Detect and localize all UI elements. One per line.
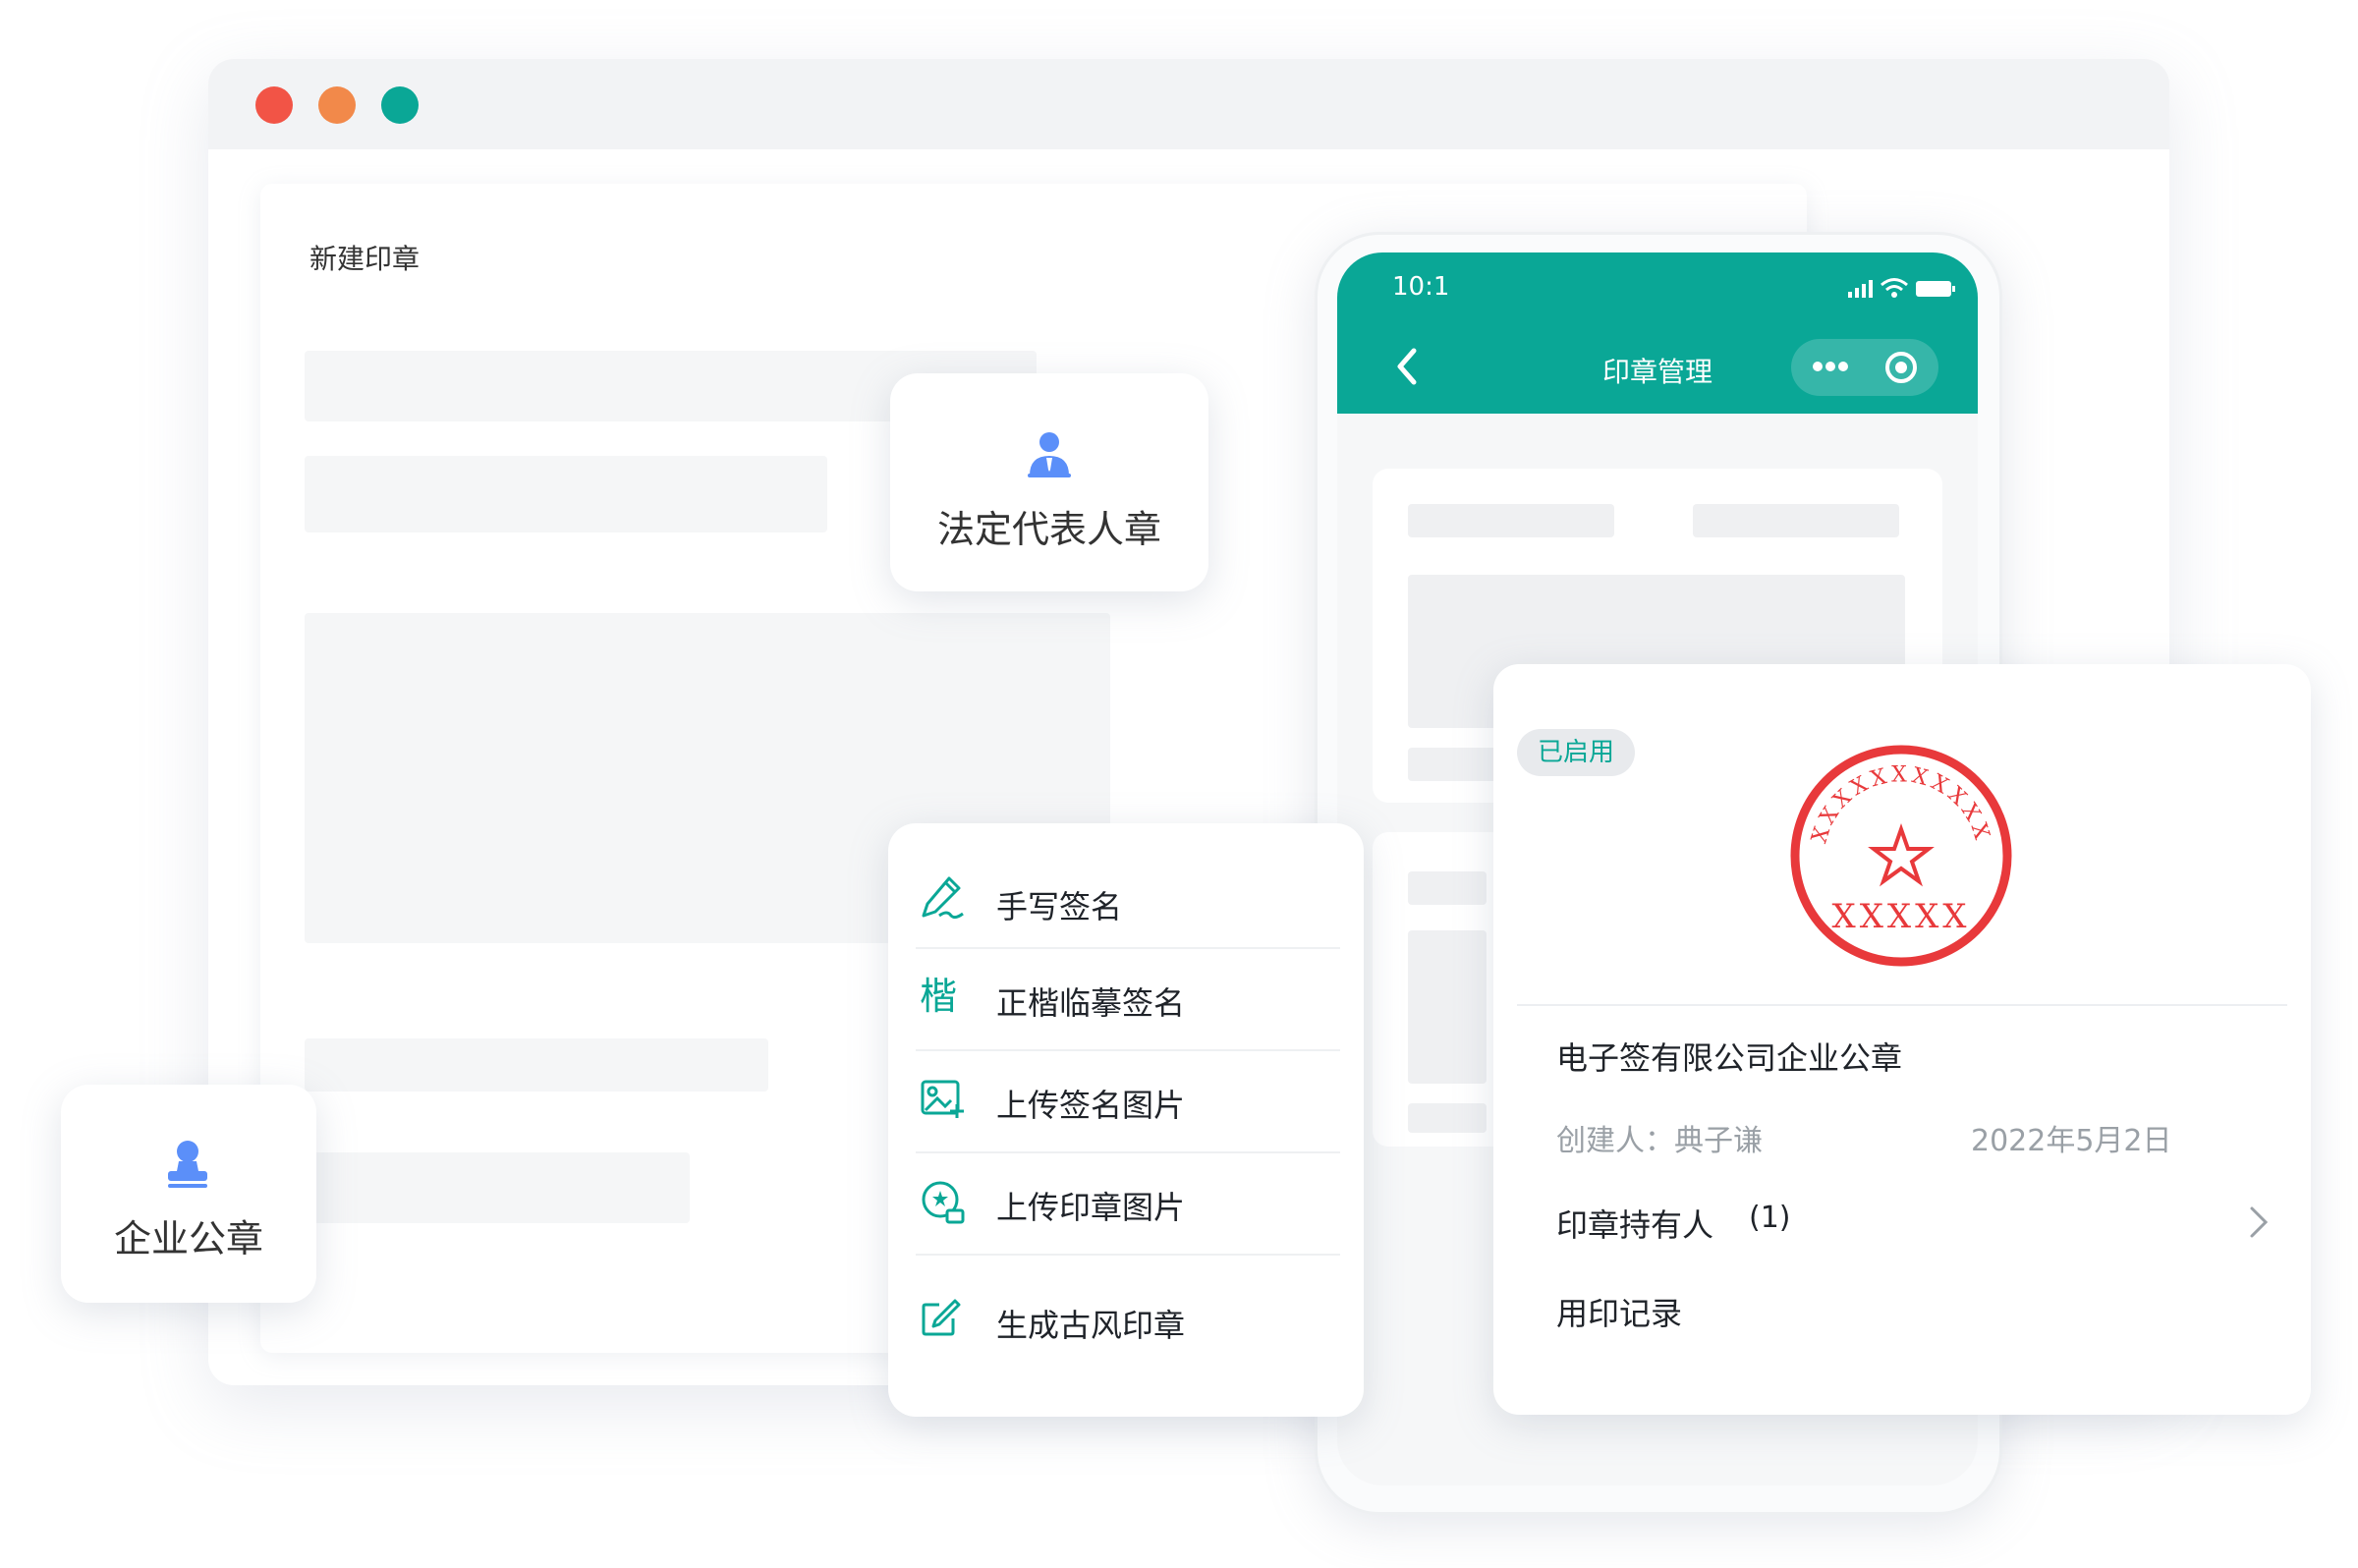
- menu-item-label: 正楷临摹签名: [996, 984, 1186, 1022]
- image-upload-icon: [920, 1079, 965, 1124]
- menu-item-label: 上传印章图片: [996, 1189, 1186, 1226]
- list-placeholder: [1408, 504, 1614, 537]
- seal-name: 电子签有限公司企业公章: [1556, 1039, 1903, 1077]
- wifi-icon: [1880, 276, 1909, 304]
- legal-rep-seal-card[interactable]: 法定代表人章: [890, 373, 1208, 591]
- menu-item-upload-signature[interactable]: 上传签名图片: [916, 1049, 1340, 1153]
- window-minimize-button[interactable]: [318, 86, 356, 124]
- creator-label-text: 创建人：: [1556, 1124, 1674, 1158]
- window-maximize-button[interactable]: [381, 86, 419, 124]
- kai-icon: 楷: [920, 975, 958, 1018]
- window-close-button[interactable]: [255, 86, 293, 124]
- seal-image: XXXXXXXXXXX XXXXX: [1788, 743, 2014, 969]
- pen-icon: [920, 874, 965, 924]
- signal-icon: [1846, 278, 1878, 304]
- page-title: 新建印章: [309, 243, 421, 275]
- status-badge: 已启用: [1517, 729, 1635, 776]
- list-placeholder: [1693, 504, 1899, 537]
- signature-method-menu: 手写签名 楷 正楷临摹签名 上传签名图片 上传印章图片 生成古风印章: [888, 823, 1364, 1417]
- list-placeholder: [1408, 871, 1487, 905]
- phone-header: 10:1 印章管理: [1337, 252, 1978, 414]
- creator-label: 创建人：典子谦: [1556, 1116, 1763, 1159]
- edit-square-icon: [920, 1297, 961, 1342]
- menu-item-label: 上传签名图片: [996, 1087, 1186, 1124]
- form-field-placeholder: [305, 1152, 690, 1223]
- company-seal-card[interactable]: 企业公章: [61, 1085, 316, 1303]
- company-seal-label: 企业公章: [113, 1217, 263, 1260]
- creator-name: 典子谦: [1674, 1124, 1763, 1158]
- holder-label: 印章持有人: [1556, 1206, 1714, 1244]
- usage-records-link[interactable]: 用印记录: [1556, 1289, 1682, 1334]
- list-placeholder: [1408, 930, 1487, 1084]
- menu-item-label: 生成古风印章: [996, 1307, 1186, 1344]
- stamp-icon: [165, 1140, 210, 1193]
- holder-count: (1): [1749, 1201, 1791, 1235]
- svg-text:XXXXX: XXXXX: [1831, 897, 1970, 936]
- browser-title-bar: [208, 59, 2169, 149]
- list-placeholder: [1408, 1103, 1487, 1133]
- status-time: 10:1: [1392, 272, 1450, 302]
- target-close-icon[interactable]: [1883, 350, 1919, 389]
- form-field-placeholder: [305, 456, 827, 532]
- chevron-right-icon: [2248, 1204, 2270, 1244]
- user-icon: [1026, 430, 1073, 483]
- seal-upload-icon: [920, 1179, 965, 1228]
- battery-icon: [1915, 278, 1956, 304]
- mini-program-capsule: [1791, 339, 1938, 396]
- divider: [1517, 1004, 2287, 1006]
- menu-item-generate-seal[interactable]: 生成古风印章: [916, 1254, 1340, 1372]
- menu-item-kai-copy[interactable]: 楷 正楷临摹签名: [916, 947, 1340, 1051]
- legal-rep-seal-label: 法定代表人章: [936, 508, 1161, 551]
- seal-detail-card[interactable]: 已启用 XXXXXXXXXXX XXXXX 电子签有限公司企业公章 创建人：典子…: [1493, 664, 2311, 1415]
- more-icon[interactable]: [1811, 357, 1850, 380]
- menu-item-label: 手写签名: [996, 888, 1123, 925]
- seal-holder-row[interactable]: 印章持有人 (1): [1556, 1199, 2283, 1258]
- menu-item-upload-seal[interactable]: 上传印章图片: [916, 1151, 1340, 1256]
- created-date: 2022年5月2日: [1971, 1124, 2172, 1158]
- menu-item-handwritten[interactable]: 手写签名: [916, 868, 1340, 949]
- form-field-placeholder: [305, 1038, 768, 1092]
